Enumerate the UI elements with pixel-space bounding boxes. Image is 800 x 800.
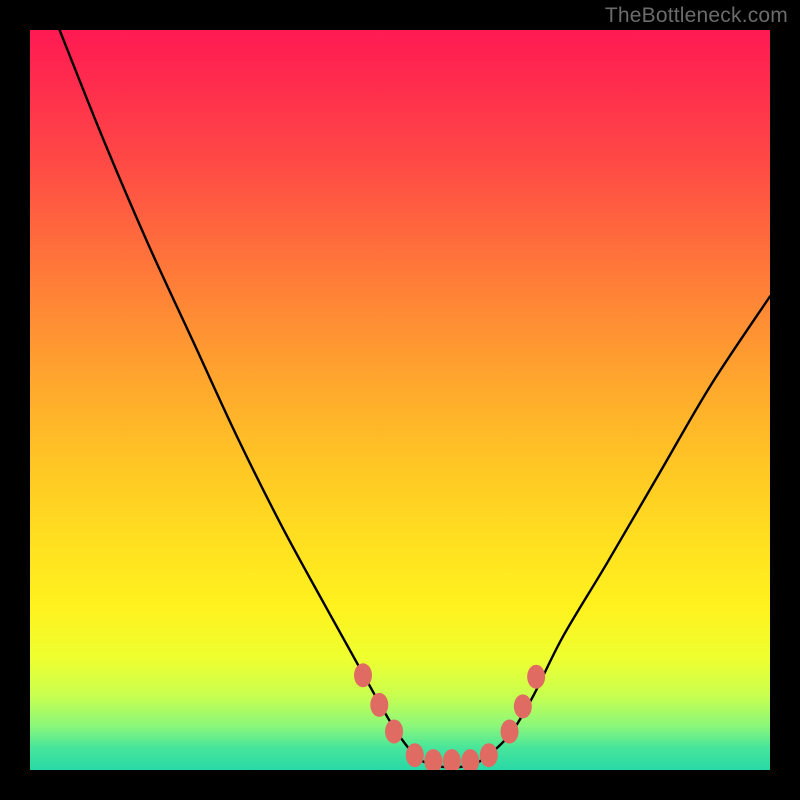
flat-dot-3 [443,749,461,770]
flat-dot-2 [424,749,442,770]
left-dot-3 [385,720,403,744]
right-dot-2 [514,694,532,718]
chart-frame: TheBottleneck.com [0,0,800,800]
left-dot-1 [354,663,372,687]
marker-group [354,663,545,770]
attribution-text: TheBottleneck.com [605,4,788,28]
bottleneck-curve [60,30,770,767]
flat-dot-5 [480,743,498,767]
left-dot-2 [370,693,388,717]
flat-dot-1 [406,743,424,767]
plot-area [30,30,770,770]
right-dot-3 [527,665,545,689]
flat-dot-4 [461,749,479,770]
right-dot-1 [501,720,519,744]
curve-layer [30,30,770,770]
